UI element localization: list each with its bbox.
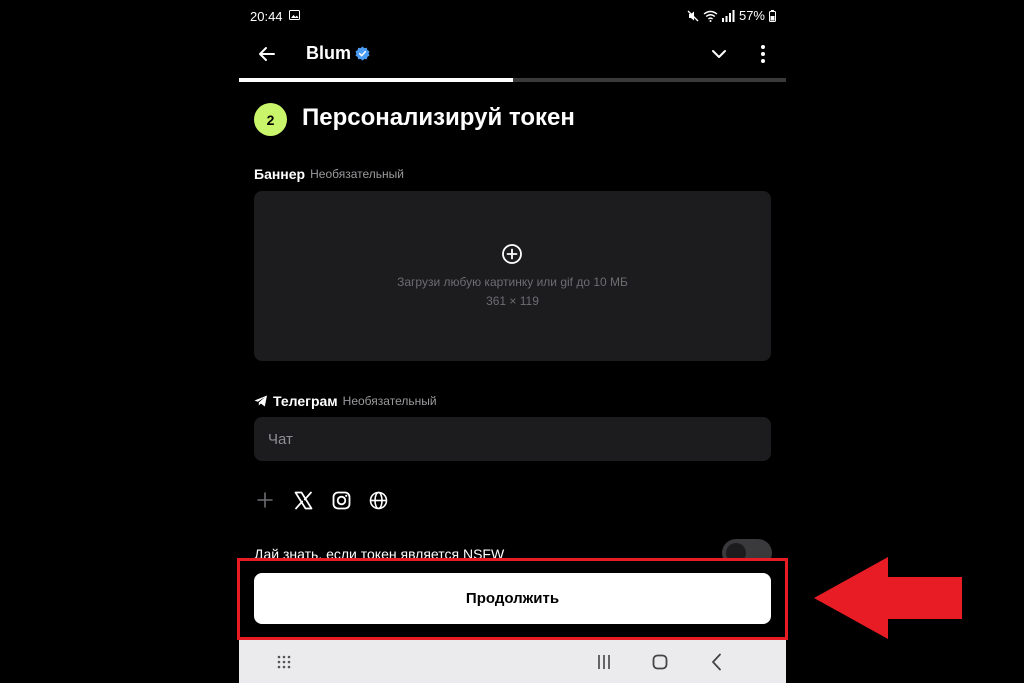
banner-optional-text: Необязательный	[310, 167, 404, 181]
status-icons: 57%	[687, 8, 776, 23]
step-progress-bar	[239, 78, 786, 82]
add-circle-icon	[502, 244, 522, 264]
chevron-down-icon[interactable]	[708, 43, 730, 65]
page-title: Персонализируй токен	[302, 104, 575, 131]
home-icon[interactable]	[649, 651, 671, 673]
banner-label: Баннер Необязательный	[254, 166, 404, 182]
bottom-action-panel: Продолжить	[239, 560, 786, 640]
banner-upload-area[interactable]: Загрузи любую картинку или gif до 10 МБ …	[254, 191, 771, 361]
apps-grid-icon[interactable]	[273, 651, 295, 673]
instagram-icon[interactable]	[329, 488, 353, 512]
telegram-label: Телеграм Необязательный	[254, 393, 437, 409]
telegram-icon	[254, 395, 267, 407]
more-options-icon[interactable]	[753, 42, 773, 66]
nav-back-icon[interactable]	[706, 651, 728, 673]
telegram-optional-text: Необязательный	[342, 394, 437, 408]
back-arrow-icon[interactable]	[255, 42, 279, 66]
step-number-badge: 2	[254, 103, 287, 136]
recents-icon[interactable]	[593, 651, 615, 673]
battery-percent: 57%	[738, 8, 765, 23]
app-title: Blum	[306, 43, 370, 64]
progress-fill	[239, 78, 513, 82]
telegram-chat-input[interactable]	[254, 417, 771, 461]
app-title-text: Blum	[306, 43, 351, 63]
plus-icon[interactable]	[253, 488, 277, 512]
image-notification-icon	[289, 10, 300, 20]
system-navigation-bar	[239, 640, 786, 683]
banner-upload-hint: Загрузи любую картинку или gif до 10 МБ	[397, 275, 628, 289]
pointer-arrow-icon	[814, 557, 962, 639]
telegram-label-text: Телеграм	[273, 393, 338, 409]
x-icon[interactable]	[291, 488, 315, 512]
battery-icon	[769, 9, 776, 22]
wifi-icon	[703, 10, 718, 22]
phone-screen: 20:44 57% Blum 2 Персонализируй токен Ба…	[239, 0, 786, 683]
banner-size-hint: 361 × 119	[486, 294, 539, 308]
continue-button[interactable]: Продолжить	[254, 573, 771, 624]
banner-label-text: Баннер	[254, 166, 306, 182]
signal-icon	[721, 9, 735, 22]
status-bar: 20:44 57%	[239, 0, 786, 32]
app-bar: Blum	[239, 32, 786, 76]
globe-icon[interactable]	[366, 488, 390, 512]
status-time: 20:44	[250, 9, 283, 24]
mute-icon	[687, 10, 699, 21]
verified-badge-icon	[355, 46, 370, 61]
